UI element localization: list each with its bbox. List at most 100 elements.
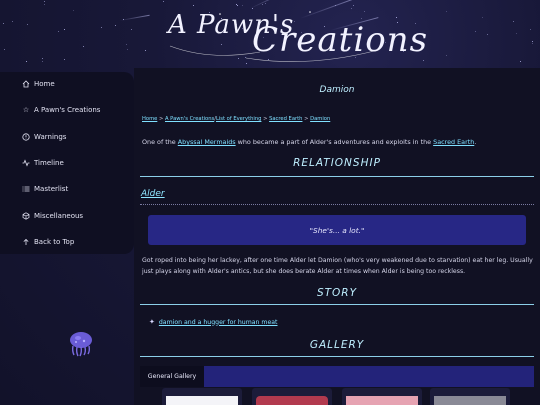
story-heading: STORY: [316, 287, 358, 299]
star-decoration: [58, 31, 59, 32]
sidebar-item-label: Miscellaneous: [34, 212, 84, 220]
section-divider: [140, 356, 534, 357]
breadcrumb-sacred-earth-link[interactable]: Sacred Earth: [269, 116, 302, 122]
star-decoration: [262, 4, 263, 5]
star-decoration: [3, 23, 4, 24]
shooting-star-decoration: [119, 14, 150, 21]
relation-name-alder[interactable]: Alder: [141, 189, 165, 199]
star-decoration: [487, 34, 488, 35]
star-decoration: [131, 29, 132, 30]
sacred-earth-link[interactable]: Sacred Earth: [433, 138, 474, 146]
section-divider: [140, 176, 534, 177]
gallery-thumbnail[interactable]: [162, 388, 242, 405]
breadcrumb-separator: >: [302, 116, 311, 122]
breadcrumb-separator: >: [261, 116, 270, 122]
intro-text: .: [474, 138, 477, 146]
star-decoration: [423, 60, 424, 61]
arrow-up-icon: [22, 238, 30, 246]
sidebar-item-back-to-top[interactable]: Back to Top: [22, 238, 74, 246]
sidebar-item-miscellaneous[interactable]: Miscellaneous: [22, 212, 83, 220]
breadcrumb: Home > A Pawn's Creations/List of Everyt…: [142, 116, 330, 122]
star-decoration: [26, 61, 27, 62]
story-list-item: ✦ damion and a hugger for human meat: [149, 318, 277, 326]
gallery-thumbnail[interactable]: [342, 388, 422, 405]
relation-description: Got roped into being her lackey, after o…: [142, 257, 533, 275]
thumbnail-image: [166, 396, 238, 405]
breadcrumb-list-link[interactable]: List of Everything: [216, 116, 261, 122]
thumbnail-image: [256, 396, 328, 405]
activity-icon: [22, 159, 30, 167]
tab-general-gallery[interactable]: General Gallery: [140, 366, 204, 387]
star-decoration: [446, 11, 447, 12]
sidebar-nav: Home ☆ A Pawn's Creations Warnings Timel…: [0, 72, 134, 254]
star-decoration: [520, 61, 521, 62]
sidebar-item-masterlist[interactable]: Masterlist: [22, 185, 68, 193]
jellyfish-icon: [70, 332, 92, 357]
star-decoration: [532, 43, 533, 44]
story-link[interactable]: damion and a hugger for human meat: [159, 319, 278, 326]
star-decoration: [64, 29, 65, 30]
star-decoration: [475, 31, 476, 32]
breadcrumb-current-link[interactable]: Damion: [310, 116, 330, 122]
gallery-heading: GALLERY: [309, 339, 365, 351]
sidebar-item-label: Warnings: [34, 133, 67, 141]
star-decoration: [482, 17, 483, 18]
sidebar-item-label: Timeline: [34, 159, 64, 167]
star-decoration: [516, 33, 517, 34]
star-decoration: [115, 25, 116, 26]
page-title: Damion: [319, 85, 355, 95]
sidebar-item-home[interactable]: Home: [22, 80, 55, 88]
thumbnail-image: [346, 396, 418, 405]
sidebar-item-a-pawns-creations[interactable]: ☆ A Pawn's Creations: [22, 106, 101, 114]
star-decoration: [532, 41, 533, 42]
star-decoration: [236, 4, 237, 5]
star-decoration: [145, 50, 146, 51]
sidebar-item-label: Home: [34, 80, 55, 88]
sidebar-item-label: A Pawn's Creations: [34, 106, 101, 114]
breadcrumb-creations-link[interactable]: A Pawn's Creations: [165, 116, 214, 122]
intro-text: One of the: [142, 138, 178, 146]
star-decoration: [513, 21, 514, 22]
quote-box: "She's... a lot.": [148, 215, 526, 245]
breadcrumb-home-link[interactable]: Home: [142, 116, 157, 122]
warning-circle-icon: [22, 133, 30, 141]
star-decoration: [42, 58, 43, 59]
sidebar-item-warnings[interactable]: Warnings: [22, 133, 66, 141]
star-decoration: [44, 4, 45, 5]
home-icon: [22, 80, 30, 88]
intro-paragraph: One of the Abyssal Mermaids who became a…: [142, 138, 476, 146]
star-decoration: [163, 1, 164, 2]
star-decoration: [530, 29, 531, 30]
section-divider: [140, 304, 534, 305]
cube-icon: [22, 212, 30, 220]
intro-text: who became a part of Alder's adventures …: [235, 138, 434, 146]
gallery-thumbnail[interactable]: [252, 388, 332, 405]
star-decoration: [127, 49, 128, 50]
star-decoration: [73, 10, 74, 11]
logo-text-creations: Creations: [252, 20, 429, 60]
star-decoration: [446, 55, 447, 56]
sparkle-icon: ✦: [149, 318, 155, 326]
star-decoration: [64, 59, 65, 60]
main-content: Damion Home > A Pawn's Creations/List of…: [134, 68, 540, 405]
star-decoration: [12, 21, 13, 22]
sidebar-item-timeline[interactable]: Timeline: [22, 159, 64, 167]
star-decoration: [126, 44, 127, 45]
star-decoration: [83, 46, 84, 47]
gallery-thumbnail[interactable]: [430, 388, 510, 405]
sidebar-item-label: Back to Top: [34, 238, 75, 246]
thumbnail-image: [434, 396, 506, 405]
star-outline-icon: ☆: [22, 106, 30, 114]
quote-text: "She's... a lot.": [309, 225, 365, 235]
site-logo[interactable]: A Pawn's Creations: [150, 6, 427, 66]
star-decoration: [44, 1, 45, 2]
star-decoration: [101, 27, 102, 28]
star-decoration: [42, 61, 43, 62]
star-decoration: [27, 24, 28, 25]
star-decoration: [265, 3, 266, 4]
abyssal-mermaids-link[interactable]: Abyssal Mermaids: [178, 138, 236, 146]
dotted-divider: [140, 204, 534, 205]
star-decoration: [4, 49, 5, 50]
star-decoration: [396, 17, 397, 18]
relationship-heading: RELATIONSHIP: [293, 157, 381, 169]
